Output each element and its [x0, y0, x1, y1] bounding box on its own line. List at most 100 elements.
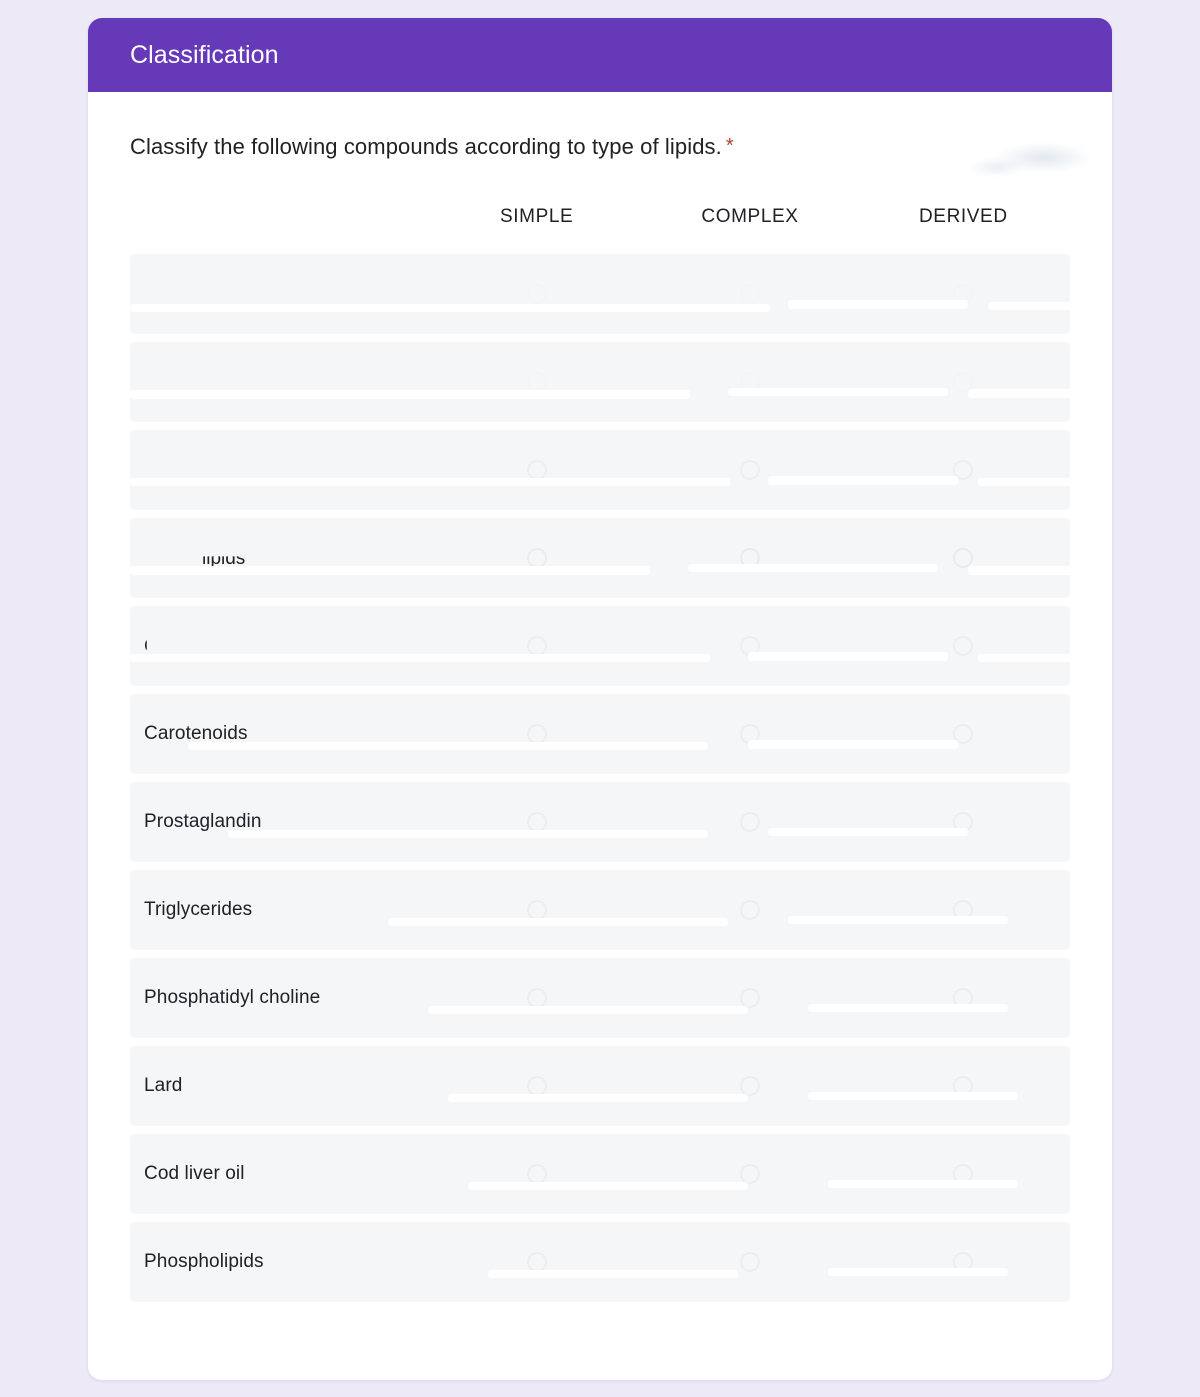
- radio-button-icon[interactable]: [527, 284, 547, 304]
- radio-button-icon[interactable]: [740, 372, 760, 392]
- radio-button-icon[interactable]: [526, 988, 547, 1008]
- radio-button-icon[interactable]: [953, 900, 974, 920]
- radio-button-icon[interactable]: [953, 724, 974, 744]
- radio-button-icon[interactable]: [953, 1252, 974, 1272]
- table-row: Triglycerides: [130, 870, 1070, 950]
- radio-button-icon[interactable]: [739, 1076, 760, 1096]
- radio-cell-complex[interactable]: [643, 870, 856, 950]
- question-text: Classify the following compounds accordi…: [88, 92, 1112, 160]
- radio-cell-complex[interactable]: [643, 606, 856, 686]
- row-label: Phospholipids: [144, 1251, 264, 1272]
- required-asterisk-icon: *: [725, 135, 734, 157]
- radio-cell-derived[interactable]: [857, 430, 1070, 510]
- radio-button-icon[interactable]: [739, 988, 760, 1008]
- card-body: Classify the following compounds accordi…: [88, 92, 1112, 1380]
- radio-cell-complex[interactable]: [643, 958, 856, 1038]
- radio-cell-derived[interactable]: [857, 606, 1070, 686]
- radio-button-icon[interactable]: [739, 636, 760, 656]
- radio-cell-simple[interactable]: [430, 1222, 643, 1302]
- radio-cell-complex[interactable]: [643, 782, 856, 862]
- radio-button-icon[interactable]: [739, 1252, 760, 1272]
- radio-button-icon[interactable]: [526, 1252, 547, 1272]
- radio-button-icon[interactable]: [739, 460, 760, 480]
- radio-cell-derived[interactable]: [857, 694, 1070, 774]
- row-label: Cod liver oil: [144, 1163, 245, 1184]
- radio-button-icon[interactable]: [953, 548, 974, 568]
- radio-button-icon[interactable]: [739, 548, 760, 568]
- radio-button-icon[interactable]: [953, 988, 974, 1008]
- radio-button-icon[interactable]: [527, 372, 547, 392]
- radio-cell-simple[interactable]: [430, 870, 643, 950]
- radio-cell-derived[interactable]: [857, 958, 1070, 1038]
- table-row: [130, 342, 1070, 422]
- radio-cell-simple[interactable]: [430, 1134, 643, 1214]
- radio-button-icon[interactable]: [953, 284, 973, 304]
- classification-grid: SIMPLE COMPLEX DERIVED lipids C Carotenoid…: [88, 190, 1112, 1302]
- radio-button-icon[interactable]: [739, 1164, 760, 1184]
- radio-button-icon[interactable]: [953, 372, 973, 392]
- row-label: Prostaglandin: [144, 811, 262, 832]
- radio-cell-complex[interactable]: [643, 518, 856, 598]
- radio-cell-complex[interactable]: [643, 1222, 856, 1302]
- radio-button-icon[interactable]: [739, 900, 760, 920]
- radio-button-icon[interactable]: [740, 284, 760, 304]
- radio-cell-derived[interactable]: [857, 1046, 1070, 1126]
- table-row: [130, 430, 1070, 510]
- radio-cell-derived[interactable]: [857, 518, 1070, 598]
- radio-cell-simple[interactable]: [430, 430, 643, 510]
- radio-button-icon[interactable]: [953, 812, 974, 832]
- column-header-complex: COMPLEX: [701, 206, 799, 227]
- row-label: Carotenoids: [144, 723, 248, 744]
- table-row: lipids: [130, 518, 1070, 598]
- radio-cell-derived[interactable]: [857, 1222, 1070, 1302]
- radio-button-icon[interactable]: [526, 1076, 547, 1096]
- radio-cell-simple[interactable]: [430, 782, 643, 862]
- radio-button-icon[interactable]: [739, 724, 760, 744]
- radio-button-icon[interactable]: [953, 460, 974, 480]
- radio-cell-derived[interactable]: [857, 342, 1070, 422]
- radio-button-icon[interactable]: [526, 548, 547, 568]
- radio-cell-complex[interactable]: [643, 342, 856, 422]
- table-row: Phosphatidyl choline: [130, 958, 1070, 1038]
- radio-button-icon[interactable]: [739, 812, 760, 832]
- radio-cell-simple[interactable]: [430, 518, 643, 598]
- radio-button-icon[interactable]: [953, 1164, 974, 1184]
- radio-cell-simple[interactable]: [430, 694, 643, 774]
- radio-cell-simple[interactable]: [430, 606, 643, 686]
- radio-button-icon[interactable]: [526, 636, 547, 656]
- radio-button-icon[interactable]: [526, 460, 547, 480]
- table-row: Lard: [130, 1046, 1070, 1126]
- wipe-stroke: [508, 1332, 628, 1380]
- radio-cell-simple[interactable]: [430, 254, 643, 334]
- column-header-simple: SIMPLE: [500, 206, 574, 227]
- radio-cell-simple[interactable]: [430, 342, 643, 422]
- radio-cell-derived[interactable]: [857, 1134, 1070, 1214]
- radio-button-icon[interactable]: [526, 812, 547, 832]
- grid-column-headers: SIMPLE COMPLEX DERIVED: [130, 190, 1070, 244]
- radio-button-icon[interactable]: [953, 1076, 974, 1096]
- row-label: Triglycerides: [144, 899, 253, 920]
- table-row: Carotenoids: [130, 694, 1070, 774]
- radio-cell-complex[interactable]: [643, 430, 856, 510]
- radio-cell-derived[interactable]: [857, 782, 1070, 862]
- table-row: Prostaglandin: [130, 782, 1070, 862]
- radio-button-icon[interactable]: [526, 900, 547, 920]
- radio-cell-complex[interactable]: [643, 1046, 856, 1126]
- table-row: C: [130, 606, 1070, 686]
- table-row: Phospholipids: [130, 1222, 1070, 1302]
- radio-cell-simple[interactable]: [430, 958, 643, 1038]
- page-root: Classification Classify the following co…: [0, 0, 1200, 1397]
- radio-cell-complex[interactable]: [643, 254, 856, 334]
- erased-text-fragment: C: [144, 636, 158, 657]
- radio-button-icon[interactable]: [526, 724, 547, 744]
- radio-cell-complex[interactable]: [643, 694, 856, 774]
- radio-button-icon[interactable]: [526, 1164, 547, 1184]
- radio-cell-simple[interactable]: [430, 1046, 643, 1126]
- question-label: Classify the following compounds accordi…: [130, 134, 722, 159]
- row-label: Phosphatidyl choline: [144, 987, 321, 1008]
- radio-cell-derived[interactable]: [857, 254, 1070, 334]
- radio-button-icon[interactable]: [953, 636, 974, 656]
- radio-cell-complex[interactable]: [643, 1134, 856, 1214]
- radio-cell-derived[interactable]: [857, 870, 1070, 950]
- question-card: Classification Classify the following co…: [88, 18, 1112, 1380]
